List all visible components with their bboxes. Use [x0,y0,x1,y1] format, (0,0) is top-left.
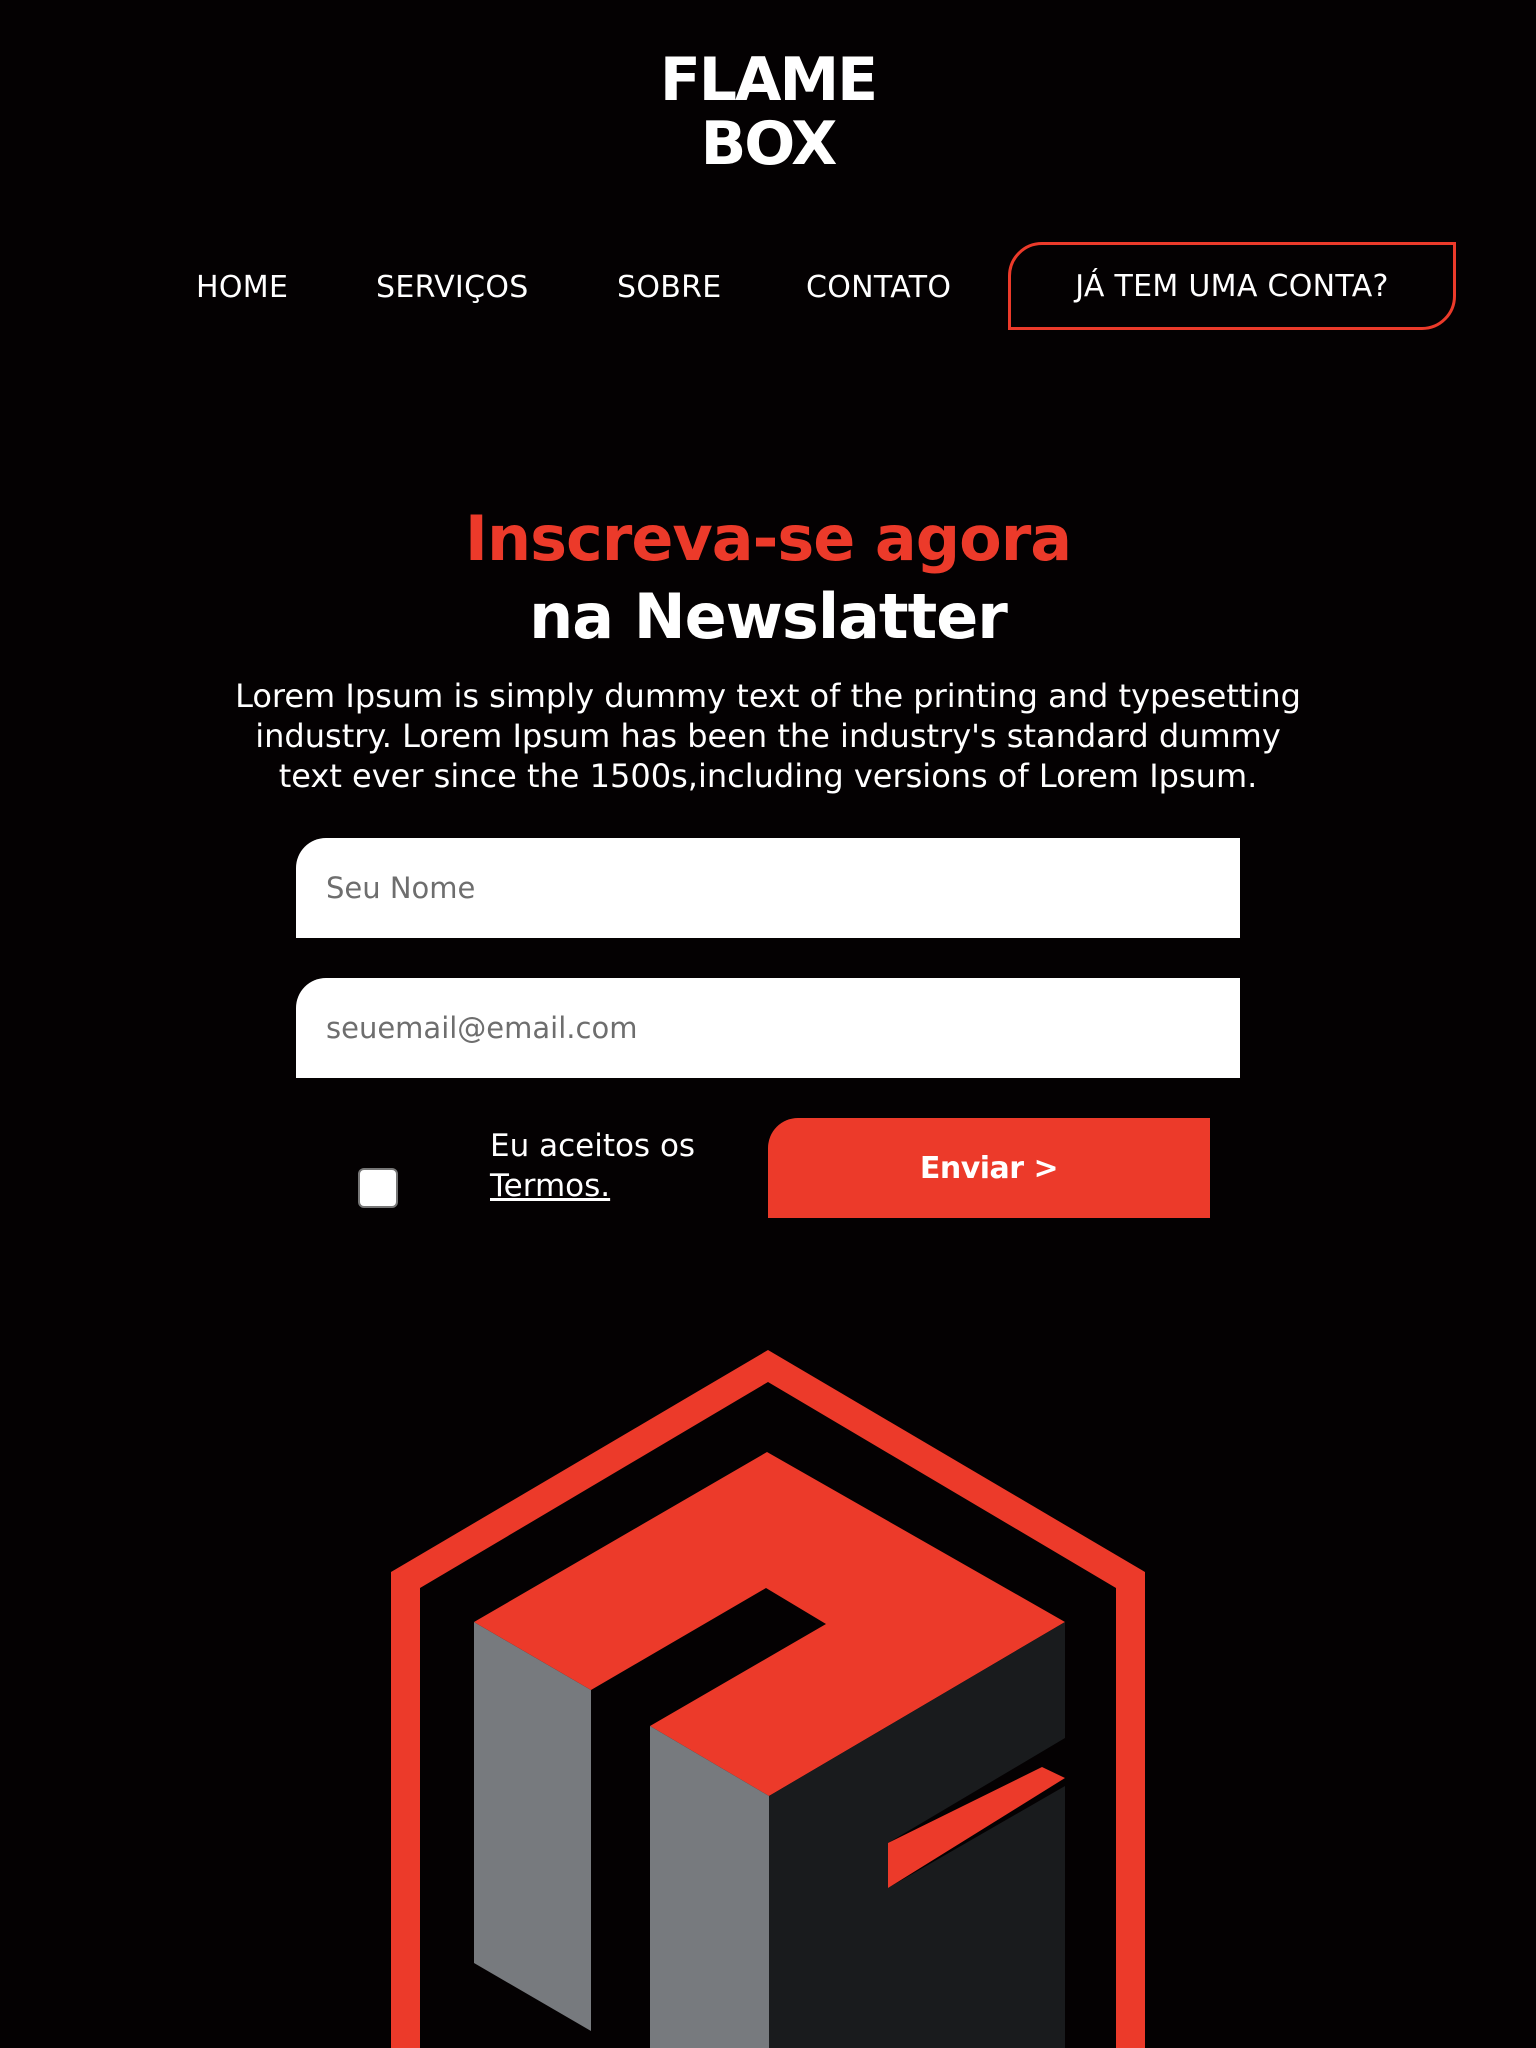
page: FLAME BOX HOME SERVIÇOS SOBRE CONTATO JÁ… [0,0,1536,2048]
email-input[interactable] [296,978,1240,1078]
terms-checkbox[interactable] [358,1168,398,1208]
emblem-left-face [474,1622,591,2031]
flamebox-emblem-icon [391,1350,1145,2048]
submit-button[interactable]: Enviar > [768,1118,1210,1218]
brand-line-2: BOX [700,109,838,179]
terms-label: Eu aceitos os Termos. [490,1126,695,1206]
newsletter-description: Lorem Ipsum is simply dummy text of the … [235,677,1301,795]
brand-line-1: FLAME [659,45,878,115]
newsletter-title-accent: Inscreva-se agora [464,502,1072,575]
login-button[interactable]: JÁ TEM UMA CONTA? [1008,242,1456,330]
name-input[interactable] [296,838,1240,938]
nav-item-sobre[interactable]: SOBRE [617,242,722,334]
newsletter-title-main: na Newslatter [529,580,1008,653]
main-nav: HOME SERVIÇOS SOBRE CONTATO JÁ TEM UMA C… [0,242,1536,334]
nav-item-home[interactable]: HOME [196,242,288,334]
terms-prefix: Eu aceitos os [490,1128,696,1164]
nav-item-contato[interactable]: CONTATO [806,242,951,334]
brand-logo[interactable]: FLAME BOX [0,48,1536,176]
nav-item-servicos[interactable]: SERVIÇOS [376,242,529,334]
terms-link[interactable]: Termos. [490,1168,610,1204]
newsletter-title: Inscreva-se agora na Newslatter [0,500,1536,656]
